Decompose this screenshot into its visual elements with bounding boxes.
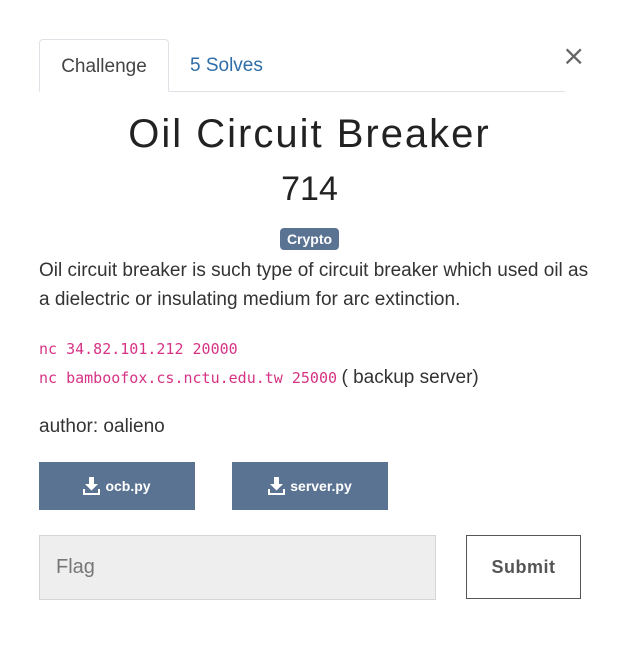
connection-line-backup: nc bamboofox.cs.nctu.edu.tw 25000 ( back… (39, 367, 479, 390)
connection-command: nc 34.82.101.212 20000 (39, 340, 238, 358)
connection-note: ( backup server) (341, 367, 479, 388)
file-name: server.py (290, 478, 352, 494)
challenge-author: author: oalieno (39, 416, 165, 437)
category-badge: Crypto (279, 228, 340, 250)
download-server-button[interactable]: server.py (232, 462, 388, 510)
close-icon[interactable]: × (562, 42, 585, 70)
download-icon (83, 477, 101, 495)
challenge-description: Oil circuit breaker is such type of circ… (39, 260, 589, 310)
connection-line-primary: nc 34.82.101.212 20000 (39, 338, 238, 361)
challenge-points: 714 (281, 170, 338, 208)
download-ocb-button[interactable]: ocb.py (39, 462, 195, 510)
tab-challenge[interactable]: Challenge (39, 39, 169, 92)
challenge-title: Oil Circuit Breaker (128, 112, 491, 156)
flag-input[interactable] (39, 535, 436, 600)
tab-solves[interactable]: 5 Solves (170, 39, 283, 91)
download-icon (268, 477, 286, 495)
submit-button[interactable]: Submit (466, 535, 581, 599)
category-badge-wrap: Crypto (0, 228, 619, 250)
challenge-tabs: Challenge 5 Solves (39, 39, 565, 92)
file-name: ocb.py (105, 478, 151, 494)
connection-command: nc bamboofox.cs.nctu.edu.tw 25000 (39, 369, 338, 387)
